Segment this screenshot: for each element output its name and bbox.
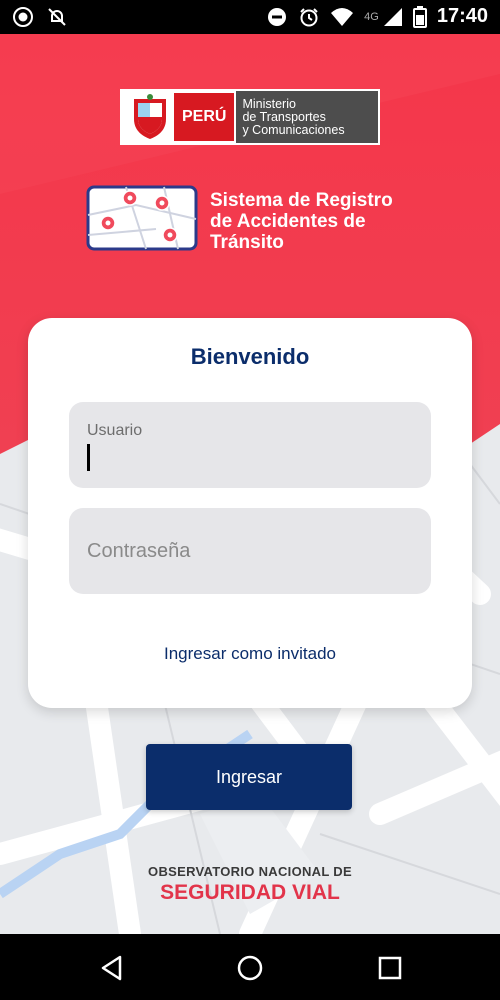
notifications-off-icon	[48, 8, 66, 26]
login-screen: 4G 17:40 PERÚ Ministerio de Transportes …	[0, 0, 500, 1000]
do-not-disturb-icon	[268, 7, 287, 26]
ministry-line-2: de Transportes	[242, 109, 326, 124]
peru-crest-icon	[134, 94, 166, 139]
signal-icon	[383, 7, 402, 26]
accident-map-logo-icon	[86, 185, 198, 251]
system-title-line-3: Tránsito	[210, 232, 284, 253]
password-field[interactable]: Contraseña	[69, 508, 431, 594]
ministry-name: Ministerio de Transportes y Comunicacion…	[236, 91, 378, 143]
observatory-line-2: SEGURIDAD VIAL	[160, 881, 340, 904]
peru-label: PERÚ	[174, 93, 235, 141]
password-placeholder: Contraseña	[87, 540, 191, 562]
welcome-title: Bienvenido	[190, 344, 310, 369]
status-bar: 4G 17:40	[0, 0, 500, 34]
guest-login-link[interactable]: Ingresar como invitado	[28, 644, 472, 664]
home-icon[interactable]	[236, 954, 264, 982]
ministry-line-1: Ministerio	[242, 96, 296, 111]
notification-dot-icon	[13, 7, 33, 27]
battery-icon	[412, 5, 427, 28]
username-label: Usuario	[87, 422, 143, 439]
system-title: Sistema de Registro de Accidentes de Trá…	[210, 190, 450, 253]
text-cursor	[87, 444, 90, 471]
alarm-icon	[300, 7, 318, 26]
recents-icon[interactable]	[376, 954, 404, 982]
system-title-line-2: de Accidentes de	[210, 211, 366, 232]
clock: 17:40	[436, 5, 488, 27]
ministry-line-3: y Comunicaciones	[242, 122, 345, 137]
navigation-bar	[0, 934, 500, 1000]
ministry-logo: PERÚ Ministerio de Transportes y Comunic…	[120, 89, 380, 145]
wifi-icon	[331, 7, 354, 26]
username-field[interactable]: Usuario	[69, 402, 431, 488]
network-type: 4G	[364, 10, 379, 23]
system-title-line-1: Sistema de Registro	[210, 190, 393, 211]
back-icon[interactable]	[98, 954, 126, 982]
observatory-logo: OBSERVATORIO NACIONAL DE SEGURIDAD VIAL	[0, 864, 500, 905]
login-card: Bienvenido Usuario Contraseña Ingresar c…	[28, 318, 472, 708]
observatory-line-1: OBSERVATORIO NACIONAL DE	[148, 864, 352, 879]
login-button[interactable]: Ingresar	[146, 744, 352, 810]
